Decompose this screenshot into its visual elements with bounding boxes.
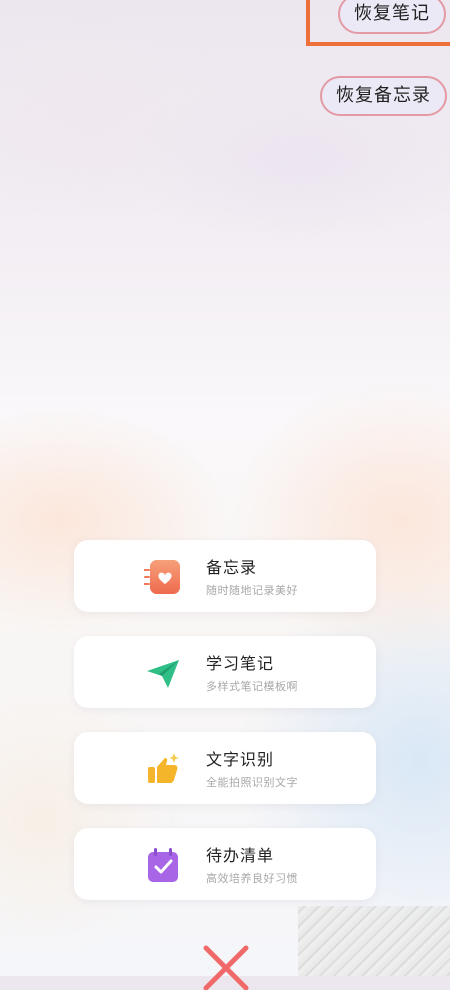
menu-item-title: 待办清单 [206, 846, 275, 865]
paper-plane-icon [147, 660, 179, 688]
menu-item-title: 学习笔记 [206, 654, 275, 673]
menu-item-study-notes[interactable]: 学习笔记 多样式笔记模板啊 [74, 636, 376, 708]
mosaic-patch [298, 906, 450, 976]
menu-item-text-recognition[interactable]: 文字识别 全能拍照识别文字 [74, 732, 376, 804]
close-icon[interactable] [202, 942, 250, 990]
menu-item-subtitle: 全能拍照识别文字 [206, 776, 298, 789]
thumbs-up-icon [148, 753, 179, 783]
menu-item-title: 备忘录 [206, 558, 258, 577]
restore-memo-button[interactable]: 恢复备忘录 [320, 76, 447, 116]
menu-item-subtitle: 随时随地记录美好 [206, 584, 298, 597]
menu-item-subtitle: 多样式笔记模板啊 [206, 680, 298, 693]
menu-item-memo[interactable]: 备忘录 随时随地记录美好 [74, 540, 376, 612]
memo-heart-icon [144, 560, 180, 594]
menu-item-todo-list[interactable]: 待办清单 高效培养良好习惯 [74, 828, 376, 900]
menu-item-title: 文字识别 [206, 750, 275, 769]
menu-item-subtitle: 高效培养良好习惯 [206, 872, 298, 885]
restore-notes-button[interactable]: 恢复笔记 [338, 0, 446, 34]
calendar-check-icon [148, 848, 178, 882]
